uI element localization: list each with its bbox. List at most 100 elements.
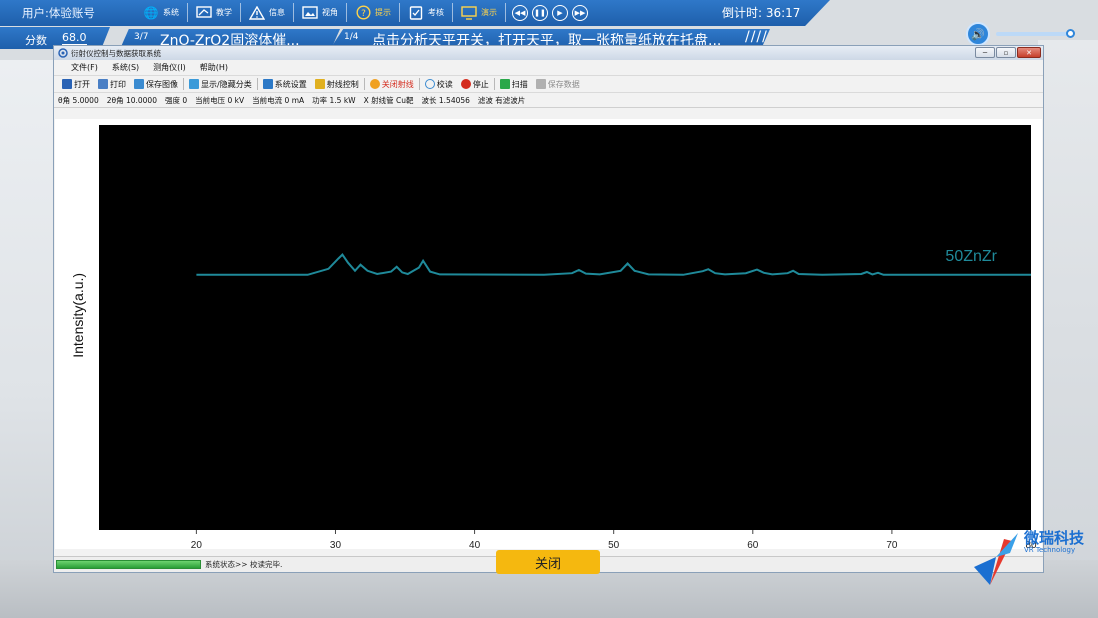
logo-mark-icon xyxy=(974,533,1018,585)
menu-system-settings[interactable]: 系统(S) xyxy=(105,62,146,73)
volume-slider[interactable] xyxy=(996,32,1072,36)
menu-system[interactable]: 🌐 系统 xyxy=(135,3,188,22)
menu-teaching[interactable]: 教学 xyxy=(188,3,241,22)
x-tick-label: 30 xyxy=(330,540,342,549)
pause-icon[interactable]: ❚❚ xyxy=(532,4,548,21)
show-hide-button[interactable]: 显示/隐藏分类 xyxy=(185,79,256,90)
show-hide-icon xyxy=(189,79,199,89)
window-titlebar[interactable]: 衍射仪控制与数据获取系统 ─ ▫ ✕ xyxy=(54,46,1043,60)
open-icon xyxy=(62,79,72,89)
tube-readout: X 射线管 Cu靶 xyxy=(363,95,414,105)
task-count: 1/4 xyxy=(344,32,359,42)
background-wall-left xyxy=(0,60,60,618)
image-icon xyxy=(302,6,318,20)
calibrate-icon xyxy=(424,79,435,89)
toolbar-separator xyxy=(418,78,420,90)
system-settings-button[interactable]: 系统设置 xyxy=(259,79,311,90)
window-close-button[interactable]: ✕ xyxy=(1017,47,1041,58)
plot-background xyxy=(99,125,1031,530)
scan-button[interactable]: 扫描 xyxy=(496,79,532,90)
diffractometer-window: 衍射仪控制与数据获取系统 ─ ▫ ✕ 文件(F) 系统(S) 测角仪(I) 帮助… xyxy=(53,45,1044,573)
xrd-chart-area: Intensity(a.u.) 20 30 40 50 60 70 80 50ZnZr xyxy=(55,119,1042,549)
menu-hint[interactable]: ? 提示 xyxy=(347,3,400,22)
filter-readout: 滤波 有滤波片 xyxy=(477,95,526,105)
volume-slider-thumb[interactable] xyxy=(1066,29,1075,38)
toolbar-separator xyxy=(493,78,495,90)
window-toolbar: 打开 打印 保存图像 显示/隐藏分类 系统设置 射线控制 关闭射线 校读 停止 … xyxy=(54,75,1043,93)
play-icon[interactable]: ▶ xyxy=(552,4,568,21)
menu-exam[interactable]: 考核 xyxy=(400,3,453,22)
close-button[interactable]: 关闭 xyxy=(496,550,600,574)
menu-view[interactable]: 视角 xyxy=(294,3,347,22)
save-data-icon xyxy=(535,79,546,89)
teach-icon xyxy=(196,6,212,20)
print-button-label: 打印 xyxy=(110,79,126,89)
x-tick-label: 50 xyxy=(608,540,620,549)
voltage-readout: 当前电压 0 kV xyxy=(195,95,245,105)
open-button-label: 打开 xyxy=(74,79,90,89)
menu-file[interactable]: 文件(F) xyxy=(64,62,105,73)
svg-text:?: ? xyxy=(361,9,366,19)
show-hide-button-label: 显示/隐藏分类 xyxy=(201,79,252,89)
stop-icon xyxy=(460,79,471,89)
radiation-icon xyxy=(314,79,325,89)
intensity-readout: 强度 0 xyxy=(164,95,188,105)
menu-system-label: 系统 xyxy=(163,8,179,17)
two-theta-readout: 2θ角 10.0000 xyxy=(106,95,157,105)
scan-button-label: 扫描 xyxy=(511,79,528,89)
stop-button-label: 停止 xyxy=(472,79,489,89)
current-readout: 当前电流 0 mA xyxy=(252,95,305,105)
score-label: 分数 xyxy=(25,34,47,47)
wavelength-readout: 波长 1.54056 xyxy=(421,95,470,105)
save-data-button-label: 保存数据 xyxy=(547,79,580,89)
volume-icon[interactable]: 🔊 xyxy=(966,22,990,46)
ray-control-button[interactable]: 射线控制 xyxy=(311,79,363,90)
x-tick-label: 40 xyxy=(469,540,481,549)
menu-info[interactable]: 信息 xyxy=(241,3,294,22)
scan-icon xyxy=(499,79,510,89)
minimize-button[interactable]: ─ xyxy=(975,47,995,58)
window-controls: ─ ▫ ✕ xyxy=(975,47,1041,58)
menu-demo[interactable]: 演示 xyxy=(453,3,506,22)
fast-forward-icon[interactable]: ▶▶ xyxy=(572,4,588,21)
warning-icon xyxy=(249,5,265,20)
settings-icon xyxy=(262,79,273,89)
maximize-button[interactable]: ▫ xyxy=(996,47,1016,58)
menu-demo-label: 演示 xyxy=(481,8,497,17)
system-settings-button-label: 系统设置 xyxy=(274,79,307,89)
toolbar-separator xyxy=(363,78,365,90)
save-data-button[interactable]: 保存数据 xyxy=(532,79,584,90)
question-icon: ? xyxy=(355,5,371,20)
print-button[interactable]: 打印 xyxy=(94,79,130,90)
ray-control-button-label: 射线控制 xyxy=(326,79,359,89)
user-account-label: 用户:体验账号 xyxy=(22,6,95,20)
close-ray-button-label: 关闭射线 xyxy=(381,79,414,89)
rewind-icon[interactable]: ◀◀ xyxy=(512,4,528,21)
stop-button[interactable]: 停止 xyxy=(457,79,493,90)
monitor-icon xyxy=(461,5,477,20)
open-button[interactable]: 打开 xyxy=(58,79,94,90)
progress-bar-fill xyxy=(57,561,200,568)
top-toolbar: 🌐 系统 教学 信息 视角 ? 提示 考核 演示 ◀◀ ❚❚ ▶ ▶▶ xyxy=(135,3,594,22)
x-tick-label: 70 xyxy=(886,540,898,549)
media-controls: ◀◀ ❚❚ ▶ ▶▶ xyxy=(506,3,594,22)
close-ray-button[interactable]: 关闭射线 xyxy=(366,79,418,90)
step-count: 3/7 xyxy=(134,32,149,42)
globe-icon: 🌐 xyxy=(143,5,159,20)
toolbar-separator xyxy=(183,78,184,90)
menu-goniometer[interactable]: 测角仪(I) xyxy=(146,62,193,73)
logo-subtext: VR Technology xyxy=(1024,546,1076,554)
close-ray-icon xyxy=(369,79,380,89)
save-image-button-label: 保存图像 xyxy=(146,79,178,89)
save-image-icon xyxy=(134,79,144,89)
x-axis-ticks: 20 30 40 50 60 70 80 xyxy=(191,530,1037,549)
power-readout: 功率 1.5 kW xyxy=(312,95,356,105)
calibrate-button[interactable]: 校读 xyxy=(421,79,457,90)
menu-help[interactable]: 帮助(H) xyxy=(193,62,235,73)
series-label-50znzr: 50ZnZr xyxy=(945,248,997,265)
calibrate-button-label: 校读 xyxy=(436,79,453,89)
xrd-chart: Intensity(a.u.) 20 30 40 50 60 70 80 50ZnZr xyxy=(70,125,1037,549)
decorative-stripes: //// xyxy=(745,29,768,45)
clipboard-icon xyxy=(408,6,424,20)
save-image-button[interactable]: 保存图像 xyxy=(130,79,182,90)
